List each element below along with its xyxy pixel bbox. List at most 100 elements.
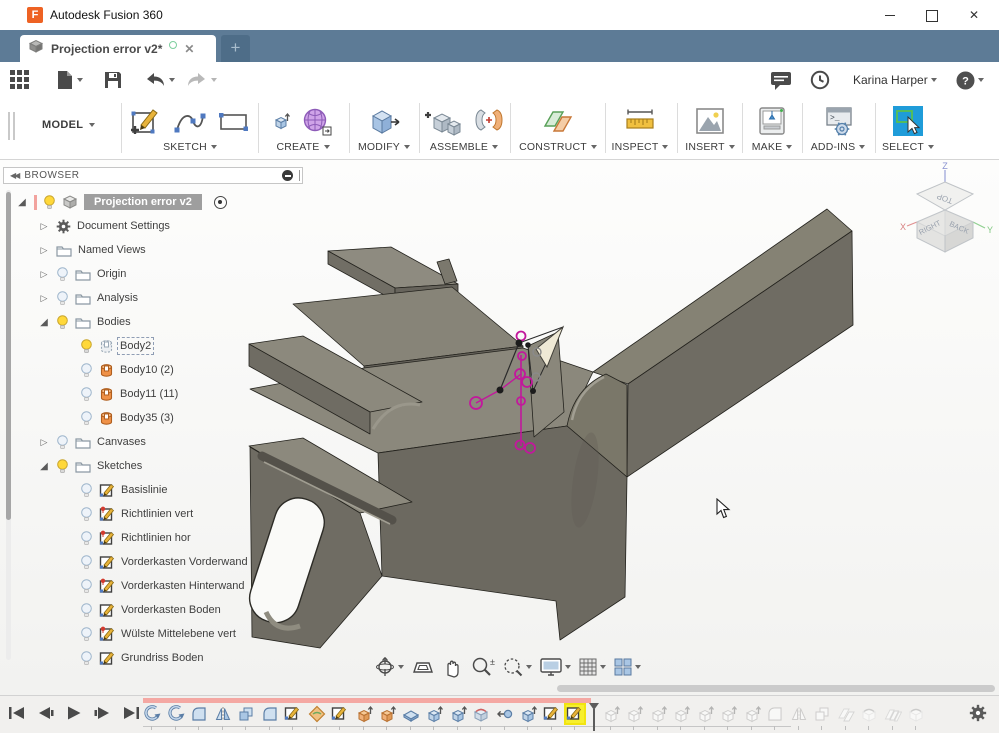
go-to-end-button[interactable] [122, 705, 140, 726]
timeline-feature-revolve[interactable] [143, 705, 161, 730]
timeline-position-marker[interactable] [588, 703, 599, 731]
visibility-bulb-icon[interactable] [80, 506, 93, 522]
timeline-feature-extrude[interactable] [425, 705, 444, 730]
timeline-feature-sketch[interactable] [284, 705, 302, 730]
browser-scrollbar[interactable] [6, 190, 11, 660]
ribbon-group-label[interactable]: MAKE [743, 141, 801, 153]
timeline-feature-extrude[interactable] [449, 705, 467, 730]
tree-item-label[interactable]: Body11 (11) [120, 388, 178, 400]
timeline-feature-project[interactable] [907, 705, 925, 730]
collapse-arrow-icon[interactable]: ◢ [16, 197, 28, 208]
create-sketch-icon[interactable] [129, 104, 163, 138]
minimize-button[interactable] [873, 4, 907, 26]
ribbon-group-label[interactable]: ASSEMBLE [420, 141, 508, 153]
timeline-feature-fillet[interactable] [766, 705, 784, 730]
timeline-feature-midplane[interactable] [884, 705, 902, 730]
tree-item-vorderkasten-hinterwand[interactable]: Vorderkasten Hinterwand [14, 574, 314, 598]
tree-item-label[interactable]: Projection error v2 [84, 194, 202, 210]
timeline-feature-revolve[interactable] [167, 705, 185, 730]
activate-component-radio[interactable] [213, 195, 227, 209]
print-3d-icon[interactable] [755, 104, 789, 138]
timeline-feature-extrude[interactable] [672, 705, 691, 730]
tree-item-wülste-mittelebene-vert[interactable]: Wülste Mittelebene vert [14, 622, 314, 646]
timeline-feature-extrude-join[interactable] [355, 705, 373, 730]
timeline-feature-extrude[interactable] [743, 705, 761, 730]
timeline-feature-fillet[interactable] [190, 705, 208, 730]
select-tool-button[interactable] [893, 105, 923, 136]
timeline-feature-point[interactable] [496, 705, 514, 730]
comments-button[interactable] [770, 67, 792, 93]
tree-item-named-views[interactable]: ▷ Named Views [14, 238, 314, 262]
new-tab-button[interactable]: + [221, 35, 250, 62]
look-at-tool[interactable] [411, 657, 435, 677]
collapse-arrow-icon[interactable]: ◢ [38, 461, 50, 472]
browser-panel-header[interactable]: ◀◀ BROWSER [3, 167, 303, 184]
tree-item-vorderkasten-boden[interactable]: Vorderkasten Boden [14, 598, 314, 622]
timeline-feature-fillet[interactable] [261, 705, 279, 730]
tree-item-label[interactable]: Body35 (3) [120, 412, 174, 424]
timeline-feature-mirror[interactable] [790, 705, 808, 730]
visibility-bulb-icon[interactable] [80, 410, 93, 426]
tree-item-label[interactable]: Wülste Mittelebene vert [121, 628, 236, 640]
file-new-button[interactable] [56, 67, 83, 93]
ribbon-group-label[interactable]: ADD-INS [803, 141, 873, 153]
visibility-bulb-icon[interactable] [80, 386, 93, 402]
ribbon-group-label[interactable]: CREATE [259, 141, 347, 153]
tree-item-label[interactable]: Richtlinien vert [121, 508, 193, 520]
play-button[interactable] [66, 705, 82, 726]
tree-item-grundriss-boden[interactable]: Grundriss Boden [14, 646, 314, 670]
joint-icon[interactable] [472, 104, 506, 138]
visibility-bulb-icon[interactable] [56, 314, 69, 330]
construct-plane-icon[interactable] [541, 104, 575, 138]
chevron-down-icon[interactable] [211, 78, 217, 82]
tree-item-body10-2-[interactable]: Body10 (2) [14, 358, 314, 382]
tree-item-basislinie[interactable]: Basislinie [14, 478, 314, 502]
timeline-feature-project[interactable] [472, 705, 490, 730]
chevron-down-icon[interactable] [565, 665, 571, 669]
tree-item-label[interactable]: Vorderkasten Boden [121, 604, 221, 616]
ribbon-group-label[interactable]: SKETCH [122, 141, 258, 153]
timeline-feature-extrude-join[interactable] [378, 705, 397, 730]
tree-item-richtlinien-vert[interactable]: Richtlinien vert [14, 502, 314, 526]
redo-button[interactable] [186, 67, 217, 93]
chevron-down-icon[interactable] [398, 665, 404, 669]
visibility-bulb-icon[interactable] [56, 266, 69, 282]
chevron-down-icon[interactable] [526, 665, 532, 669]
browser-scrollbar-thumb[interactable] [6, 192, 11, 520]
grid-layout-tool[interactable] [578, 657, 606, 677]
ribbon-group-label[interactable]: CONSTRUCT [513, 141, 603, 153]
tree-item-bodies[interactable]: ◢ Bodies [14, 310, 314, 334]
chevron-down-icon[interactable] [77, 78, 83, 82]
tree-item-canvases[interactable]: ▷ Canvases [14, 430, 314, 454]
visibility-bulb-icon[interactable] [80, 530, 93, 546]
chevron-down-icon[interactable] [635, 665, 641, 669]
tree-item-label[interactable]: Vorderkasten Hinterwand [121, 580, 245, 592]
tree-item-label[interactable]: Basislinie [121, 484, 167, 496]
ribbon-group-label[interactable]: INSERT [679, 141, 741, 153]
tree-item-label[interactable]: Analysis [97, 292, 138, 304]
timeline-feature-sketch[interactable] [564, 703, 586, 730]
ribbon-group-label[interactable]: MODIFY [351, 141, 417, 153]
expand-arrow-icon[interactable]: ▷ [38, 437, 50, 448]
tree-item-label[interactable]: Origin [97, 268, 126, 280]
timeline-feature-project[interactable] [860, 705, 878, 730]
visibility-bulb-icon[interactable] [56, 434, 69, 450]
view-cube[interactable]: Z X Y TOP RIGHT BACK [895, 160, 999, 265]
document-tab[interactable]: Projection error v2* ✕ [20, 35, 216, 62]
display-settings-tool[interactable] [539, 657, 571, 677]
tree-item-body35-3-[interactable]: Body35 (3) [14, 406, 314, 430]
chevron-down-icon[interactable] [600, 665, 606, 669]
timeline-feature-extrude[interactable] [602, 705, 620, 730]
rectangle-icon[interactable] [217, 104, 251, 138]
step-back-button[interactable] [37, 705, 55, 726]
step-forward-button[interactable] [93, 705, 111, 726]
timeline-settings-gear-icon[interactable] [969, 704, 987, 727]
zoom-tool[interactable]: ± [471, 656, 495, 678]
visibility-bulb-icon[interactable] [80, 602, 93, 618]
zoom-window-tool[interactable] [502, 656, 532, 678]
tree-item-body2[interactable]: Body2 [14, 334, 314, 358]
timeline-feature-mirror[interactable] [214, 705, 232, 730]
timeline-feature-construct-plane[interactable] [837, 705, 855, 730]
form-icon[interactable] [300, 104, 334, 138]
expand-arrow-icon[interactable]: ▷ [38, 269, 50, 280]
